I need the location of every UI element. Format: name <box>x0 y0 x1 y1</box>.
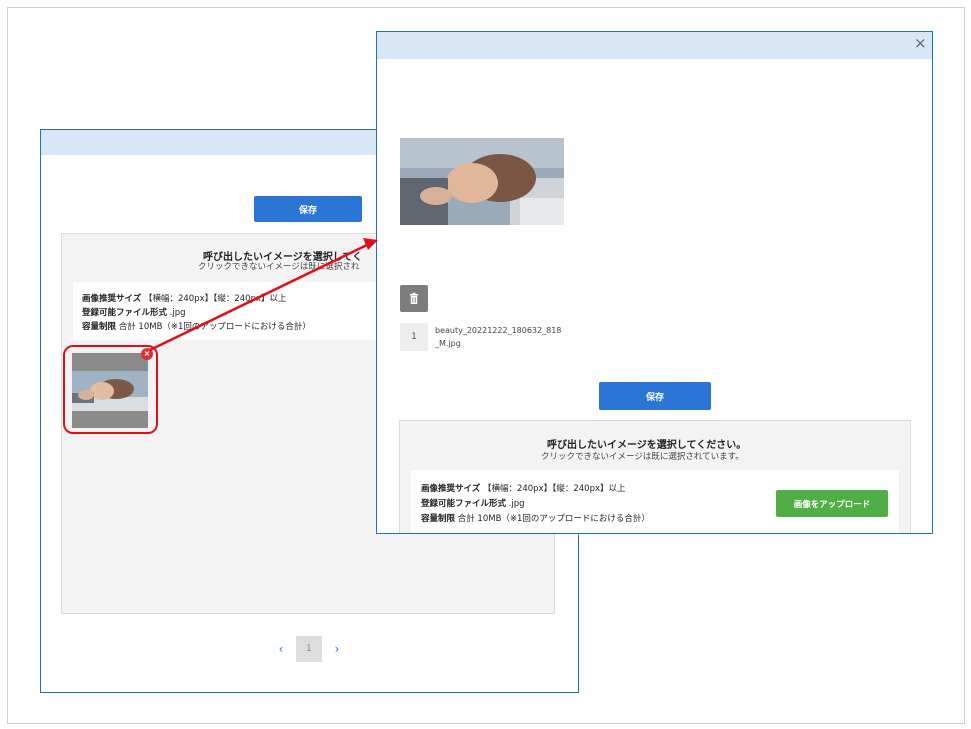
capacity-value: 合計 10MB（※1回のアップロードにおける合計） <box>457 514 650 524</box>
file-name: beauty_20221222_180632_818_M.jpg <box>435 326 562 348</box>
format-value: .jpg <box>508 499 525 509</box>
panel-title: 呼び出したいイメージを選択してください。 <box>547 440 747 451</box>
size-value: 【横幅：240px】【縦：240px】以上 <box>143 294 287 304</box>
selected-photo <box>400 138 564 225</box>
panel-subtitle: クリックできないイメージは既に選択され <box>198 262 360 272</box>
panel-subtitle: クリックできないイメージは既に選択されています。 <box>541 452 744 462</box>
capacity-info: 容量制限 合計 10MB（※1回のアップロードにおける合計） <box>82 320 311 332</box>
prev-page-button[interactable]: ‹ <box>272 642 290 656</box>
size-label: 画像推奨サイズ <box>421 484 481 494</box>
delete-button[interactable] <box>400 285 428 312</box>
save-button[interactable]: 保存 <box>254 196 362 222</box>
capacity-value: 合計 10MB（※1回のアップロードにおける合計） <box>118 322 311 332</box>
dialog-header <box>377 32 932 59</box>
size-info: 画像推奨サイズ 【横幅：240px】【縦：240px】以上 <box>82 292 287 304</box>
next-page-button[interactable]: › <box>328 642 346 656</box>
pagination: ‹ 1 › <box>272 636 346 662</box>
save-button[interactable]: 保存 <box>599 382 711 410</box>
page-1-button[interactable]: 1 <box>296 636 322 662</box>
format-label: 登録可能ファイル形式 <box>421 499 507 509</box>
capacity-info: 容量制限 合計 10MB（※1回のアップロードにおける合計） <box>421 512 650 524</box>
remove-icon[interactable]: × <box>141 348 153 360</box>
format-info: 登録可能ファイル形式 .jpg <box>82 306 186 318</box>
format-label: 登録可能ファイル形式 <box>82 308 168 318</box>
file-index: 1 <box>400 323 428 351</box>
capacity-label: 容量制限 <box>82 322 117 332</box>
trash-icon <box>410 292 418 304</box>
capacity-label: 容量制限 <box>421 514 456 524</box>
size-info: 画像推奨サイズ 【横幅：240px】【縦：240px】以上 <box>421 482 626 494</box>
front-dialog: × 1 beauty_20221222_180632_818_M.jpg 保存 … <box>376 31 933 534</box>
close-icon[interactable]: × <box>914 34 927 52</box>
upload-image-button[interactable]: 画像をアップロード <box>776 490 888 517</box>
size-label: 画像推奨サイズ <box>82 294 142 304</box>
format-info: 登録可能ファイル形式 .jpg <box>421 497 525 509</box>
size-value: 【横幅：240px】【縦：240px】以上 <box>482 484 626 494</box>
format-value: .jpg <box>169 308 186 318</box>
